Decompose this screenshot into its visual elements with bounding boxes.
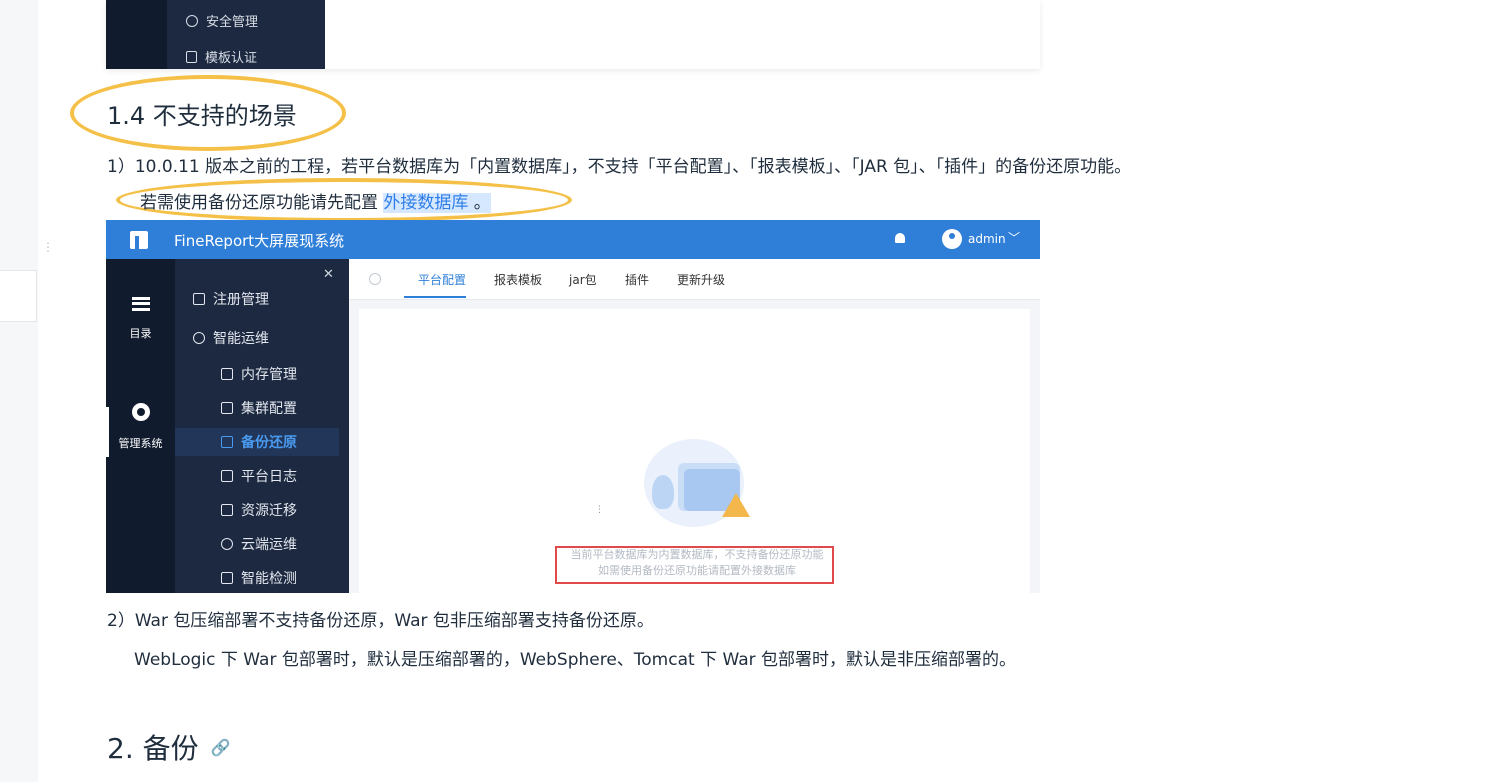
heading-text: 2. 备份: [107, 732, 199, 765]
tab-underline: [404, 296, 466, 298]
menu-item-template-auth: 模板认证: [186, 47, 257, 66]
link-icon[interactable]: 🔗: [211, 738, 231, 757]
tab-label: 目录: [129, 327, 152, 340]
chevron-down-icon: ﹀: [1008, 231, 1021, 245]
menu-item-register: 注册管理: [193, 289, 269, 309]
menu-item-cluster: 集群配置: [221, 398, 297, 418]
backup-icon: [221, 436, 233, 448]
log-icon: [221, 470, 233, 482]
list-icon: [131, 297, 150, 311]
menu-item-logs: 平台日志: [221, 466, 297, 486]
paragraph-text: 若需使用备份还原功能请先配置: [140, 193, 384, 213]
menu-item-label: 内存管理: [241, 367, 297, 383]
tab-management: 管理系统: [106, 403, 175, 451]
paragraph: 1）10.0.11 版本之前的工程，若平台数据库为「内置数据库」，不支持「平台配…: [107, 157, 1132, 177]
screenshot-fragment: 安全管理 模板认证: [106, 0, 1040, 69]
gear-icon: [131, 403, 150, 421]
side-rail: 目录 管理系统: [106, 259, 175, 593]
pin-icon: ✕: [323, 267, 334, 282]
register-icon: [193, 293, 205, 305]
warning-icon: [722, 493, 750, 517]
external-db-link[interactable]: 外接数据库: [383, 193, 468, 213]
app-header: FineReport大屏展现系统 admin ﹀: [106, 220, 1040, 259]
menu-item-label: 智能检测: [241, 571, 297, 587]
cloud-ops-icon: [221, 538, 233, 550]
menu-item-label: 注册管理: [213, 292, 269, 308]
empty-state-illustration: [644, 439, 754, 529]
paragraph: WebLogic 下 War 包部署时，默认是压缩部署的，WebSphere、T…: [134, 650, 1017, 670]
tab-jar: jar包: [569, 273, 597, 287]
menu-item-label: 集群配置: [241, 401, 297, 417]
paragraph: 2）War 包压缩部署不支持备份还原，War 包非压缩部署支持备份还原。: [107, 611, 654, 631]
menu-item-security: 安全管理: [186, 11, 258, 30]
red-annotation-box: [555, 546, 834, 584]
menu-item-label: 资源迁移: [241, 503, 297, 519]
menu-item-label: 模板认证: [205, 51, 258, 66]
menu-item-backup: 备份还原: [175, 428, 339, 456]
side-menu: ✕ 注册管理 智能运维 内存管理 集群配置 备份还原 平台日志 资源迁移 云端运…: [175, 259, 349, 593]
tab-report-template: 报表模板: [494, 273, 543, 287]
content-area: 平台配置 报表模板 jar包 插件 更新升级 当前平台数据库为内置数据库，不支持…: [349, 259, 1040, 593]
tab-platform-config: 平台配置: [418, 273, 467, 287]
tab-plugin: 插件: [625, 273, 650, 287]
section-heading: 2. 备份 🔗: [107, 727, 231, 767]
menu-item-smart-ops: 智能运维: [193, 328, 269, 348]
migrate-icon: [221, 504, 233, 516]
tab-directory: 目录: [106, 297, 175, 341]
gutter-panel[interactable]: [0, 270, 37, 322]
document-check-icon: [186, 50, 197, 63]
screenshot-image: FineReport大屏展现系统 admin ﹀ 目录 管理系统 ✕ 注册管理 …: [106, 220, 1040, 593]
menu-item-label: 智能运维: [213, 331, 269, 347]
app-title: FineReport大屏展现系统: [174, 232, 345, 250]
left-gutter: [0, 0, 38, 782]
server-icon: [221, 402, 233, 414]
menu-item-smart-check: 智能检测: [221, 568, 297, 588]
drag-handle-icon[interactable]: ⋮: [42, 241, 54, 264]
finereport-logo-icon: [130, 231, 148, 249]
menu-item-migration: 资源迁移: [221, 500, 297, 520]
user-avatar-icon: [942, 229, 962, 249]
tab-upgrade: 更新升级: [677, 273, 726, 287]
tab-label: 管理系统: [118, 437, 163, 450]
settings-icon: [369, 273, 381, 285]
selection-highlight: 外接数据库 。: [383, 193, 491, 213]
menu-item-cloud-ops: 云端运维: [221, 534, 297, 554]
menu-item-memory: 内存管理: [221, 364, 297, 384]
section-heading: 1.4 不支持的场景: [107, 102, 297, 130]
resize-handle-icon: ⋮: [595, 505, 604, 515]
side-rail: [106, 0, 167, 69]
menu-item-label: 备份还原: [241, 435, 297, 451]
user-name: admin: [968, 232, 1006, 246]
menu-item-label: 云端运维: [241, 537, 297, 553]
monitor-icon: [221, 572, 233, 584]
tree-shape: [652, 475, 674, 509]
memory-icon: [221, 368, 233, 380]
network-icon: [193, 332, 205, 344]
paragraph-text: 。: [468, 193, 491, 213]
tab-bar: 平台配置 报表模板 jar包 插件 更新升级: [349, 259, 1040, 300]
paragraph: 若需使用备份还原功能请先配置 外接数据库 。: [140, 188, 491, 213]
bell-icon: [895, 233, 905, 243]
menu-item-label: 安全管理: [206, 15, 259, 30]
menu-item-label: 平台日志: [241, 469, 297, 485]
shield-plus-icon: [186, 14, 198, 27]
